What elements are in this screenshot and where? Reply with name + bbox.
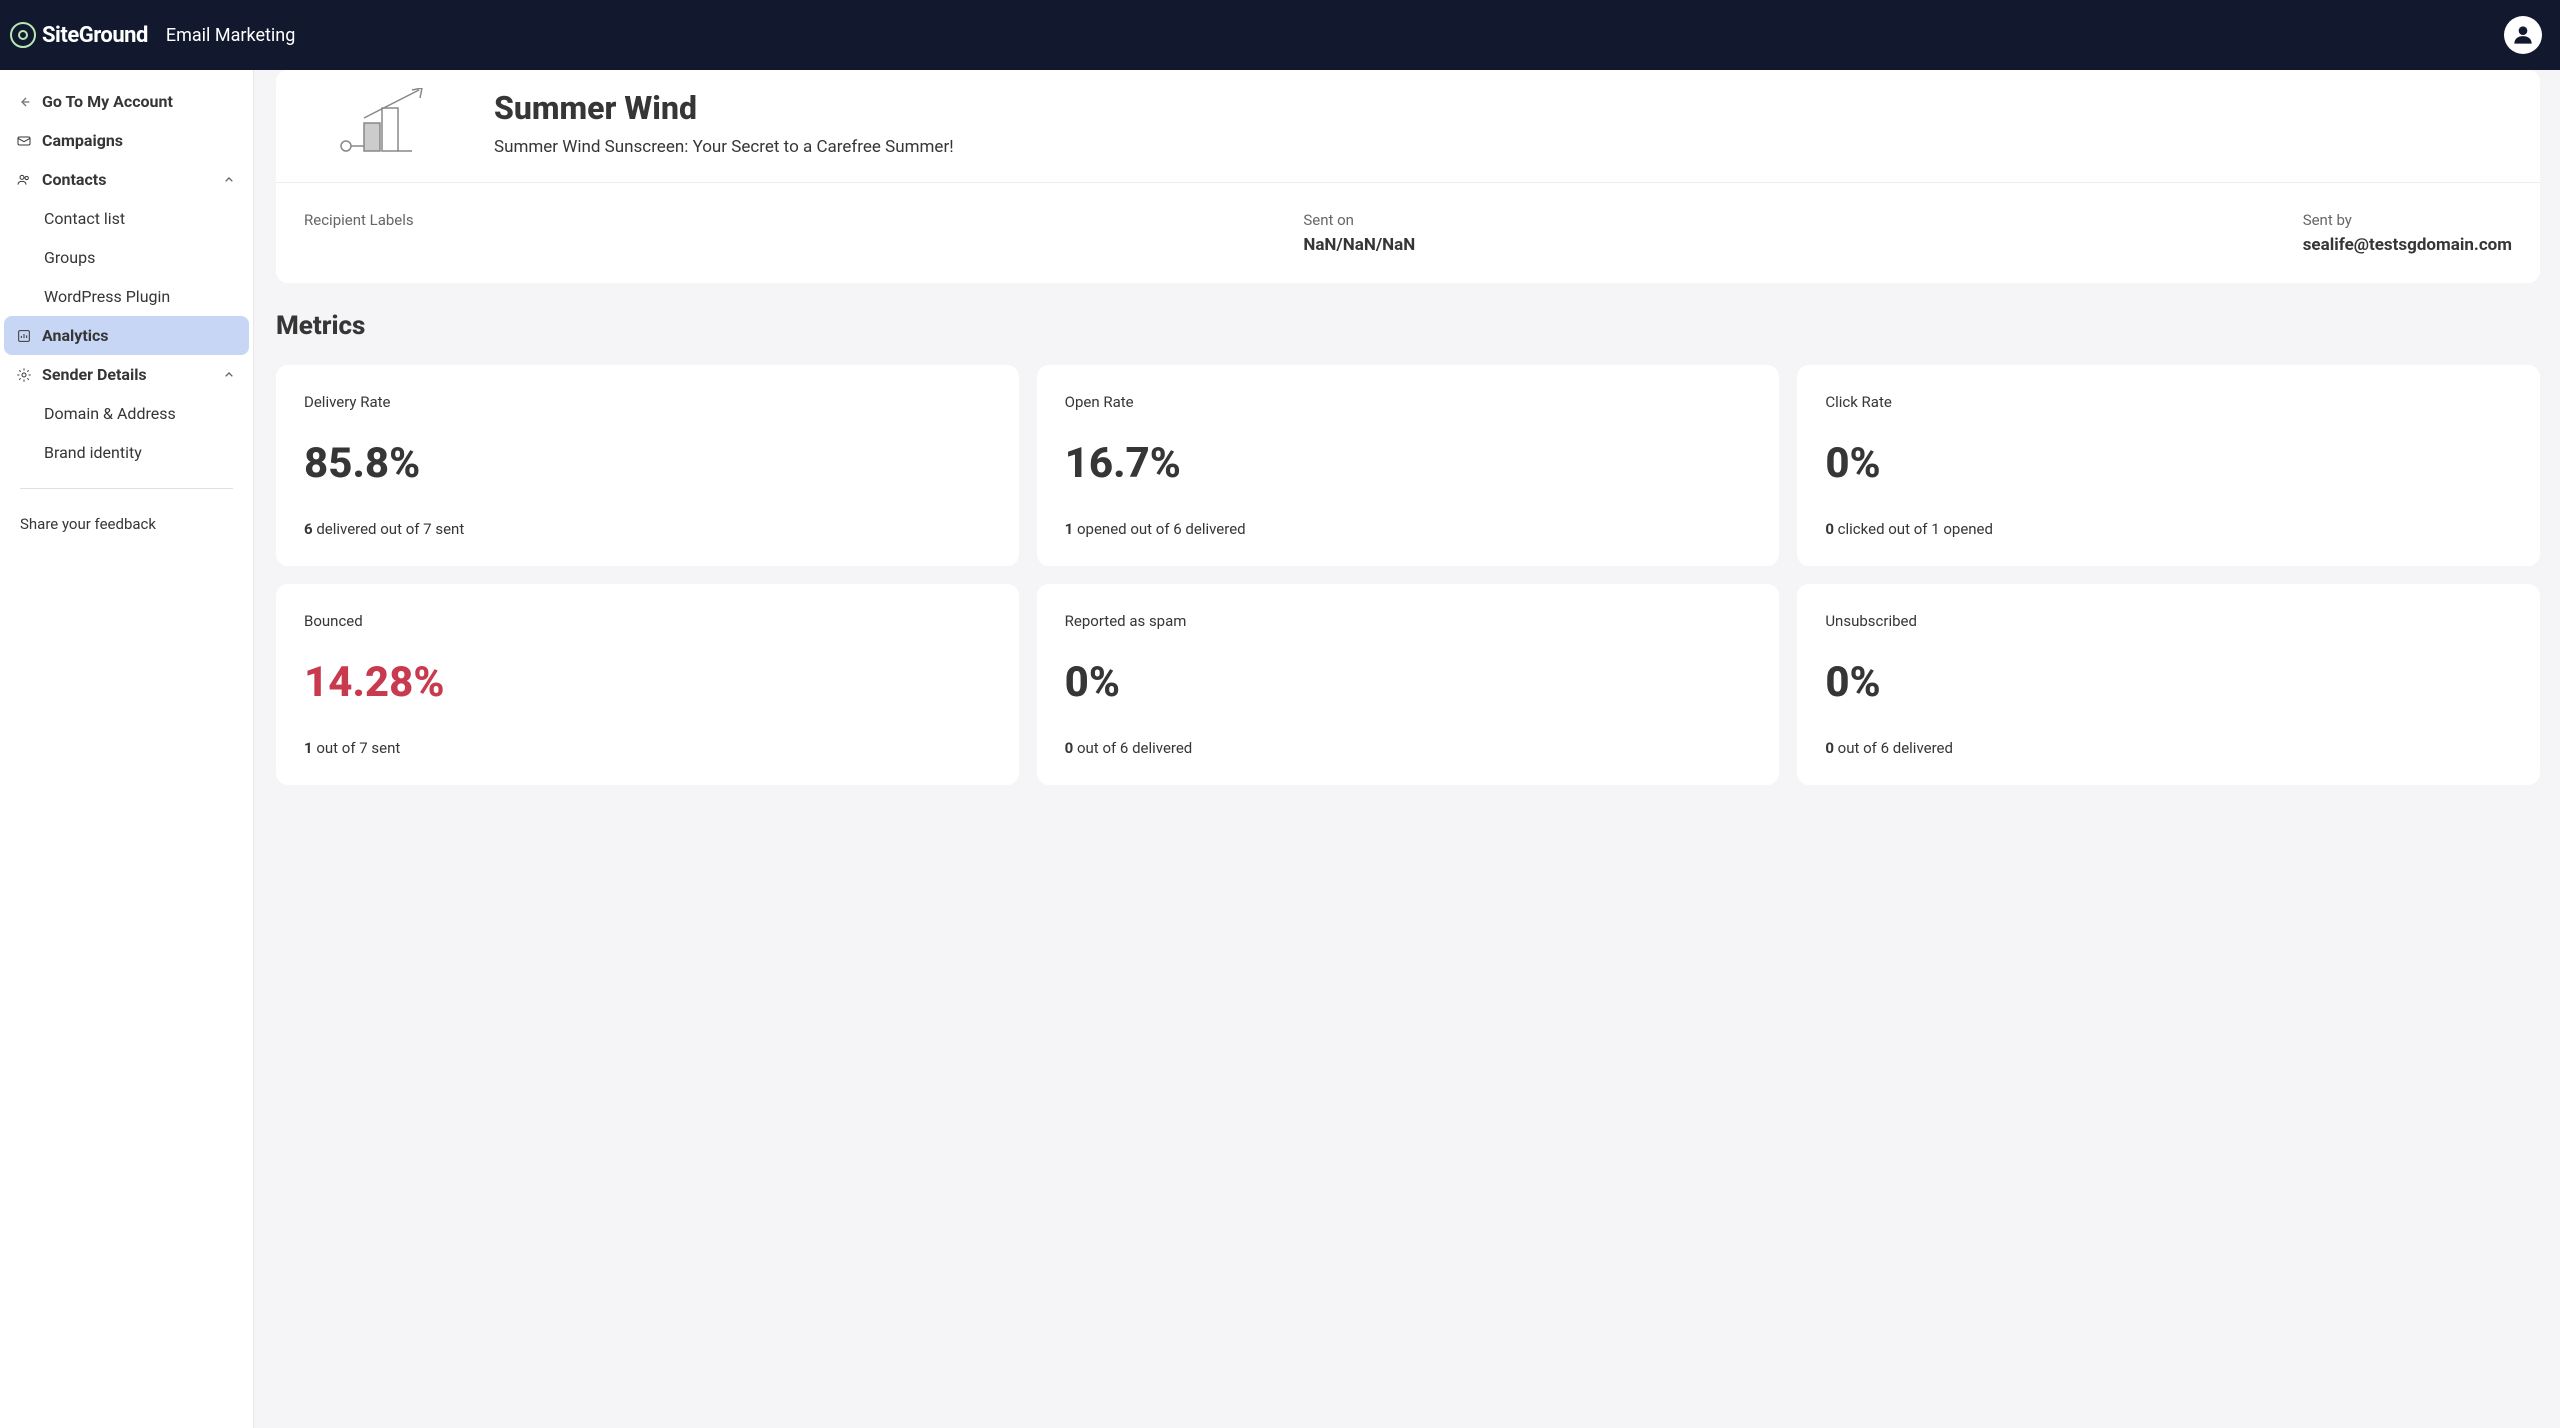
arrow-left-icon	[16, 94, 32, 110]
metric-value: 16.7%	[1065, 439, 1752, 488]
contacts-icon	[16, 172, 32, 188]
metric-label: Reported as spam	[1065, 612, 1752, 630]
logo-text: SiteGround	[42, 23, 148, 48]
metric-card: Bounced 14.28% 1 out of 7 sent	[276, 584, 1019, 785]
sidebar-item-sender-details[interactable]: Sender Details	[4, 355, 249, 394]
metric-label: Open Rate	[1065, 393, 1752, 411]
sidebar-item-label: Analytics	[42, 326, 109, 345]
sent-by-block: Sent by sealife@testsgdomain.com	[2303, 211, 2512, 255]
metric-value: 0%	[1825, 439, 2512, 488]
sidebar-item-label: Share your feedback	[20, 515, 156, 533]
campaign-summary-card: Summer Wind Summer Wind Sunscreen: Your …	[276, 70, 2540, 283]
go-to-account-link[interactable]: Go To My Account	[4, 82, 249, 121]
metric-value: 14.28%	[304, 658, 991, 707]
user-icon	[2510, 22, 2536, 48]
sidebar-item-wordpress-plugin[interactable]: WordPress Plugin	[0, 277, 253, 316]
meta-label: Sent by	[2303, 211, 2512, 229]
campaign-title: Summer Wind	[494, 89, 954, 127]
metric-detail: 1 opened out of 6 delivered	[1065, 520, 1752, 538]
meta-label: Sent on	[1303, 211, 2302, 229]
sidebar-item-label: Sender Details	[42, 365, 147, 384]
metric-detail: 0 out of 6 delivered	[1065, 739, 1752, 757]
metric-value: 85.8%	[304, 439, 991, 488]
sidebar-item-label: Domain & Address	[44, 404, 176, 423]
sent-on-value: NaN/NaN/NaN	[1303, 235, 2302, 255]
metric-label: Unsubscribed	[1825, 612, 2512, 630]
metric-detail: 6 delivered out of 7 sent	[304, 520, 991, 538]
metric-label: Delivery Rate	[304, 393, 991, 411]
sidebar-item-groups[interactable]: Groups	[0, 238, 253, 277]
sent-by-value: sealife@testsgdomain.com	[2303, 235, 2512, 255]
logo-icon	[10, 22, 36, 48]
share-feedback-link[interactable]: Share your feedback	[0, 505, 253, 543]
metric-label: Click Rate	[1825, 393, 2512, 411]
metrics-heading: Metrics	[276, 311, 2540, 341]
user-avatar[interactable]	[2504, 16, 2542, 54]
sidebar-item-contacts[interactable]: Contacts	[4, 160, 249, 199]
sidebar-item-label: Brand identity	[44, 443, 142, 462]
metric-card: Unsubscribed 0% 0 out of 6 delivered	[1797, 584, 2540, 785]
divider	[20, 488, 233, 489]
campaign-meta-row: Recipient Labels Sent on NaN/NaN/NaN Sen…	[276, 183, 2540, 283]
sidebar-item-label: Groups	[44, 248, 95, 267]
recipient-labels-block: Recipient Labels	[304, 211, 1303, 255]
sidebar-item-label: Contacts	[42, 170, 106, 189]
envelope-icon	[16, 133, 32, 149]
header-left: SiteGround Email Marketing	[10, 22, 295, 48]
campaign-title-block: Summer Wind Summer Wind Sunscreen: Your …	[494, 89, 954, 157]
analytics-icon	[16, 328, 32, 344]
sidebar: Go To My Account Campaigns Contacts Cont…	[0, 70, 254, 1428]
sidebar-item-domain-address[interactable]: Domain & Address	[0, 394, 253, 433]
metric-card: Reported as spam 0% 0 out of 6 delivered	[1037, 584, 1780, 785]
sidebar-item-label: Campaigns	[42, 131, 123, 150]
app-header: SiteGround Email Marketing	[0, 0, 2560, 70]
logo[interactable]: SiteGround	[10, 22, 148, 48]
metric-detail: 1 out of 7 sent	[304, 739, 991, 757]
chevron-up-icon	[221, 367, 237, 383]
campaign-subtitle: Summer Wind Sunscreen: Your Secret to a …	[494, 137, 954, 157]
main-content: Summer Wind Summer Wind Sunscreen: Your …	[254, 70, 2560, 1428]
chart-growth-icon	[334, 88, 434, 158]
chevron-up-icon	[221, 172, 237, 188]
sidebar-item-brand-identity[interactable]: Brand identity	[0, 433, 253, 472]
metric-card: Click Rate 0% 0 clicked out of 1 opened	[1797, 365, 2540, 566]
metric-value: 0%	[1065, 658, 1752, 707]
metrics-grid: Delivery Rate 85.8% 6 delivered out of 7 s…	[276, 365, 2540, 785]
sidebar-item-label: Contact list	[44, 209, 125, 228]
app-name: Email Marketing	[166, 25, 295, 46]
metric-detail: 0 clicked out of 1 opened	[1825, 520, 2512, 538]
campaign-header: Summer Wind Summer Wind Sunscreen: Your …	[276, 70, 2540, 182]
metric-value: 0%	[1825, 658, 2512, 707]
metric-detail: 0 out of 6 delivered	[1825, 739, 2512, 757]
sidebar-item-label: WordPress Plugin	[44, 287, 170, 306]
sidebar-item-label: Go To My Account	[42, 92, 173, 111]
sent-on-block: Sent on NaN/NaN/NaN	[1303, 211, 2302, 255]
sidebar-item-campaigns[interactable]: Campaigns	[4, 121, 249, 160]
metric-label: Bounced	[304, 612, 991, 630]
meta-label: Recipient Labels	[304, 211, 1303, 229]
metric-card: Open Rate 16.7% 1 opened out of 6 delivere…	[1037, 365, 1780, 566]
sidebar-item-contact-list[interactable]: Contact list	[0, 199, 253, 238]
metric-card: Delivery Rate 85.8% 6 delivered out of 7 s…	[276, 365, 1019, 566]
gear-icon	[16, 367, 32, 383]
sidebar-item-analytics[interactable]: Analytics	[4, 316, 249, 355]
